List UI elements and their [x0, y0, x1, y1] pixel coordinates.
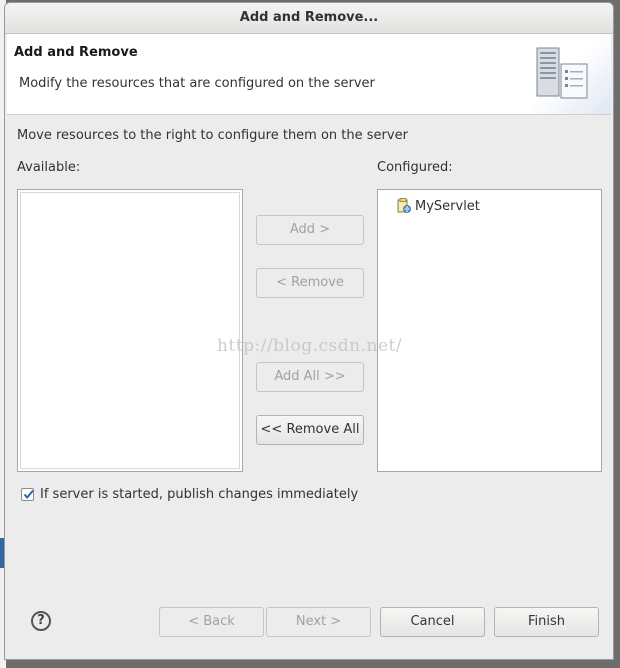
instructions-text: Move resources to the right to configure…	[17, 128, 408, 143]
wizard-header-description: Modify the resources that are configured…	[19, 76, 375, 91]
wizard-header-title: Add and Remove	[14, 45, 138, 60]
available-list[interactable]	[17, 189, 243, 472]
configured-list[interactable]: MyServlet	[377, 189, 602, 472]
wizard-header: Add and Remove Modify the resources that…	[7, 34, 611, 115]
cancel-button[interactable]: Cancel	[380, 607, 485, 637]
publish-checkbox-row[interactable]: If server is started, publish changes im…	[21, 487, 358, 502]
remove-button[interactable]: < Remove	[256, 268, 364, 298]
dialog-titlebar: Add and Remove...	[5, 3, 613, 34]
help-icon[interactable]: ?	[31, 611, 51, 631]
configured-label: Configured:	[377, 160, 453, 175]
configured-item-label: MyServlet	[415, 198, 480, 214]
available-label: Available:	[17, 160, 81, 175]
finish-button[interactable]: Finish	[494, 607, 599, 637]
add-remove-dialog: Add and Remove... Add and Remove Modify …	[4, 2, 614, 660]
next-button[interactable]: Next >	[266, 607, 371, 637]
publish-checkbox[interactable]	[21, 488, 34, 501]
watermark: http://blog.csdn.net/	[217, 336, 403, 356]
publish-checkbox-label: If server is started, publish changes im…	[40, 487, 359, 502]
back-button[interactable]: < Back	[159, 607, 264, 637]
add-button[interactable]: Add >	[256, 215, 364, 245]
add-all-button[interactable]: Add All >>	[256, 362, 364, 392]
remove-all-button[interactable]: << Remove All	[256, 415, 364, 445]
web-project-icon	[397, 198, 411, 213]
dialog-title: Add and Remove...	[239, 10, 379, 25]
configured-item-myservlet[interactable]: MyServlet	[397, 197, 480, 215]
server-icon	[536, 47, 588, 99]
checkmark-icon	[23, 489, 34, 500]
